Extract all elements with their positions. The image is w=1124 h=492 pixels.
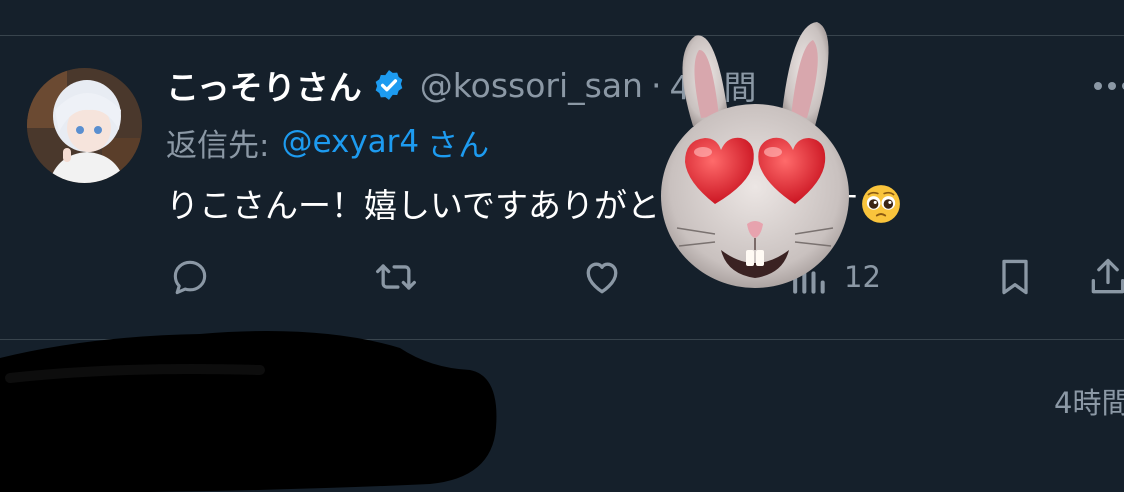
share-button[interactable]	[1086, 254, 1124, 300]
pleading-face-icon	[862, 185, 900, 223]
display-name[interactable]: こっそりさん	[166, 61, 362, 109]
bookmark-icon	[1002, 259, 1028, 295]
retweet-icon	[376, 264, 416, 290]
handle[interactable]: @kossori_san	[420, 66, 643, 105]
bookmark-button[interactable]	[993, 254, 1037, 300]
reply-context: 返信先: @exyar4 さん	[166, 120, 489, 164]
avatar-image	[27, 68, 142, 183]
bunny-heart-eyes-sticker	[661, 22, 849, 288]
like-icon	[586, 262, 618, 294]
reply-suffix: さん	[427, 127, 490, 164]
retweet-button[interactable]	[374, 254, 418, 300]
like-button[interactable]	[580, 254, 624, 300]
reply-label: 返信先:	[166, 127, 270, 164]
reply-user-link[interactable]: @exyar4	[281, 124, 419, 160]
verified-badge-icon	[375, 70, 403, 100]
redaction-mark	[0, 331, 497, 492]
more-icon[interactable]	[1094, 82, 1124, 92]
share-icon	[1091, 258, 1124, 294]
top-divider	[0, 35, 1124, 36]
next-tweet-timestamp[interactable]: 4時間	[1054, 380, 1124, 422]
reply-icon	[173, 260, 207, 295]
reply-button[interactable]	[168, 254, 212, 300]
avatar[interactable]	[27, 68, 142, 183]
